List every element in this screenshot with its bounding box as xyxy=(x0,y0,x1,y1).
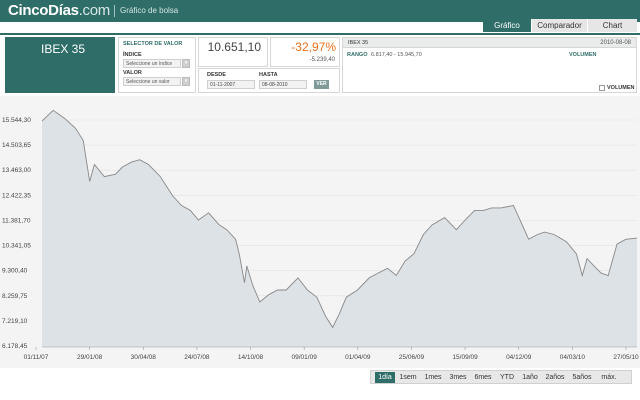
range-button[interactable]: máx. xyxy=(596,372,622,383)
x-tick-label: 29/01/08 xyxy=(77,354,103,361)
site-logo[interactable]: CincoDías.com xyxy=(8,2,110,19)
change-percent: -32,97% xyxy=(291,40,336,54)
range-button[interactable]: 3mes xyxy=(446,372,470,383)
value-dropdown-chevron-icon[interactable]: ▾ xyxy=(182,77,190,86)
info-index-name: IBEX 35 xyxy=(348,40,369,46)
price-chart[interactable]: 15.544,30 14.503,65 13.463,00 12.422,35 11.3… xyxy=(0,96,640,368)
x-tick-label: 24/07/08 xyxy=(184,354,210,361)
volume-checkbox-label[interactable]: VOLUMEN xyxy=(607,85,635,91)
y-tick-label: 12.422,35 xyxy=(2,192,31,199)
price-box: 10.651,10 xyxy=(198,37,268,67)
x-tick-label: 14/10/08 xyxy=(238,354,264,361)
x-tick-label: 09/01/09 xyxy=(292,354,318,361)
y-tick-label: 10.341,05 xyxy=(2,243,31,250)
x-tick-label: 04/03/10 xyxy=(560,354,586,361)
range-button[interactable]: 1año xyxy=(519,372,541,383)
y-tick-label: 6.178,45 xyxy=(2,343,28,350)
header-divider xyxy=(0,33,640,35)
view-button[interactable]: VER xyxy=(314,80,329,89)
info-header: IBEX 35 2010-08-08 xyxy=(343,38,636,48)
range-button[interactable]: 1mes xyxy=(421,372,445,383)
value-label: VALOR xyxy=(123,70,142,76)
tab-grafico[interactable]: Gráfico xyxy=(483,19,531,32)
to-date-input[interactable]: 08-08-2010 xyxy=(259,80,307,89)
volume-label: VOLUMEN xyxy=(569,52,597,58)
footer-area xyxy=(0,386,640,400)
range-button[interactable]: 6mes xyxy=(471,372,495,383)
chart-svg[interactable]: 15.544,30 14.503,65 13.463,00 12.422,35 11.3… xyxy=(0,96,640,368)
to-label: HASTA xyxy=(259,72,278,78)
volume-checkbox[interactable] xyxy=(599,85,605,91)
index-name-box: IBEX 35 xyxy=(5,37,115,93)
y-tick-label: 13.463,00 xyxy=(2,167,31,174)
from-date-input[interactable]: 01-11-2007 xyxy=(207,80,255,89)
y-tick-label: 9.300,40 xyxy=(2,268,28,275)
index-select[interactable]: Seleccione un índice xyxy=(123,59,181,68)
x-tick-label: 27/05/10 xyxy=(613,354,639,361)
selector-title: SELECTOR DE VALOR xyxy=(123,41,183,47)
y-tick-label: 14.503,65 xyxy=(2,142,31,149)
header-separator xyxy=(114,5,115,17)
x-tick-label: 01/04/09 xyxy=(345,354,371,361)
range-button[interactable]: 5años xyxy=(569,372,595,383)
range-button[interactable]: 1día xyxy=(375,372,395,383)
tab-chart[interactable]: Chart xyxy=(587,19,637,32)
index-name: IBEX 35 xyxy=(41,42,86,56)
value-select[interactable]: Seleccione un valor xyxy=(123,77,181,86)
range-button[interactable]: 2años xyxy=(542,372,568,383)
y-tick-label: 11.381,70 xyxy=(2,217,31,224)
range-value: 6.817,40 - 15.945,70 xyxy=(371,52,422,58)
tab-comparador[interactable]: Comparador xyxy=(531,19,587,32)
y-tick-label: 15.544,30 xyxy=(2,117,31,124)
x-tick-label: 01/11/07 xyxy=(24,354,49,361)
change-absolute: -5.239,40 xyxy=(309,57,335,63)
range-button-bar: 1día 1sem 1mes 3mes 6mes YTD 1año 2años 5años máx… xyxy=(370,370,632,384)
page-subtitle: Gráfico de bolsa xyxy=(120,6,179,15)
range-button[interactable]: 1sem xyxy=(396,372,420,383)
index-label: ÍNDICE xyxy=(123,52,142,58)
x-tick-label: 04/12/09 xyxy=(506,354,532,361)
range-label: RANGO xyxy=(347,52,368,58)
range-button[interactable]: YTD xyxy=(496,372,518,383)
change-box: -32,97% -5.239,40 xyxy=(270,37,340,67)
date-range-selector: DESDE 01-11-2007 HASTA 08-08-2010 VER xyxy=(198,68,340,93)
y-tick-label: 7.219,10 xyxy=(2,318,28,325)
x-tick-label: 30/04/08 xyxy=(131,354,157,361)
from-label: DESDE xyxy=(207,72,226,78)
current-price: 10.651,10 xyxy=(207,40,261,54)
y-tick-label: 8.259,75 xyxy=(2,293,28,300)
chart-info-panel: IBEX 35 2010-08-08 RANGO 6.817,40 - 15.9… xyxy=(342,37,637,93)
value-selector: SELECTOR DE VALOR ÍNDICE Seleccione un í… xyxy=(118,37,196,93)
x-tick-label: 25/06/09 xyxy=(399,354,425,361)
info-date: 2010-08-08 xyxy=(600,40,631,46)
index-dropdown-chevron-icon[interactable]: ▾ xyxy=(182,59,190,68)
x-tick-label: 15/09/09 xyxy=(452,354,478,361)
